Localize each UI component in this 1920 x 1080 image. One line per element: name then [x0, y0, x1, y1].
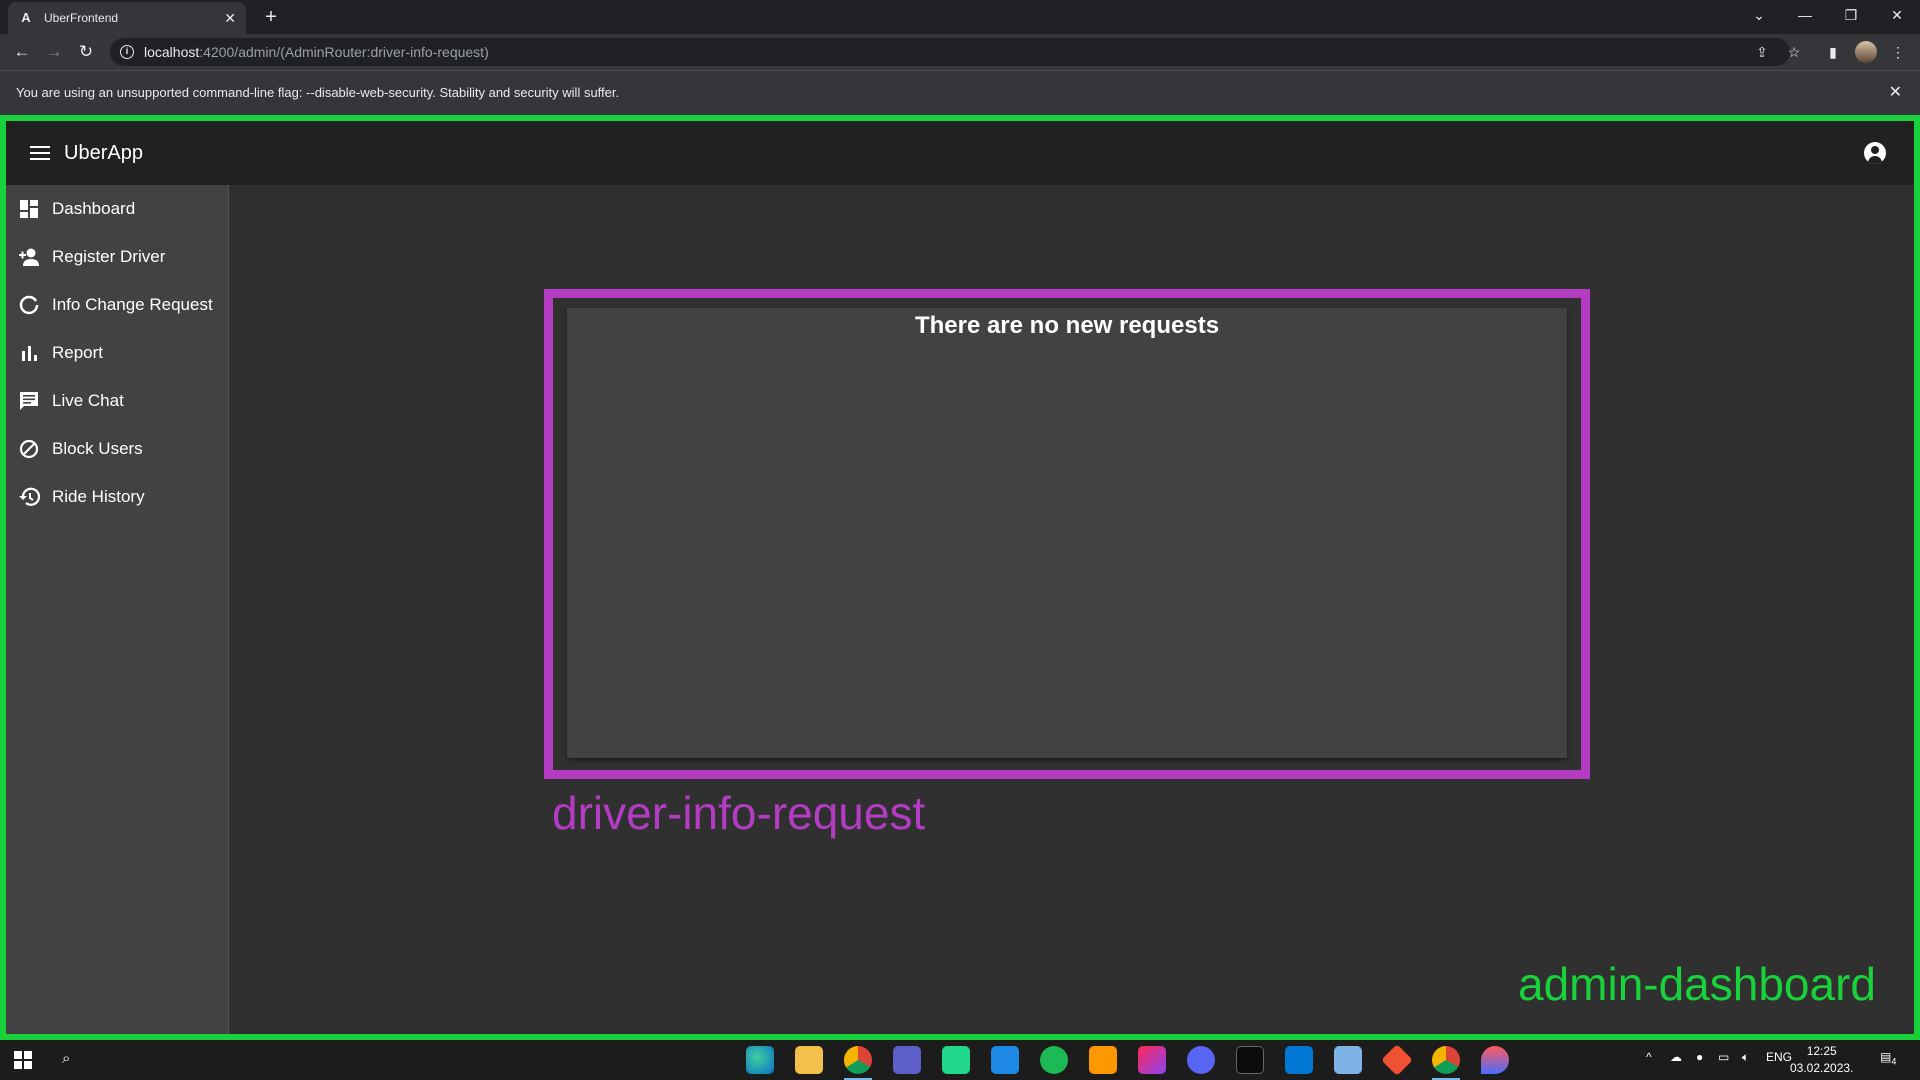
dashboard-icon: [18, 198, 40, 220]
intellij-icon[interactable]: [1138, 1046, 1166, 1074]
app-toolbar: UberApp: [6, 121, 1914, 185]
close-tab-icon[interactable]: ✕: [224, 10, 236, 27]
close-window-button[interactable]: ✕: [1874, 0, 1920, 30]
more-menu-icon[interactable]: ⋮: [1888, 42, 1908, 62]
onedrive-icon[interactable]: ☁: [1670, 1050, 1682, 1064]
forward-icon[interactable]: →: [42, 40, 66, 64]
admin-dashboard-label: admin-dashboard: [1517, 958, 1876, 1010]
clock-time: 12:25: [1806, 1044, 1837, 1058]
browser-titlebar: A UberFrontend ✕ + ⌄ — ❐ ✕: [0, 0, 1920, 34]
file-explorer-icon[interactable]: [795, 1046, 823, 1074]
sidebar: Dashboard Register Driver Info Change Re…: [6, 185, 229, 1034]
tray-chevron-icon[interactable]: ^: [1646, 1050, 1652, 1064]
tab-title: UberFrontend: [44, 11, 119, 25]
chat-icon: [18, 390, 40, 412]
notification-count: 4: [1891, 1056, 1897, 1067]
sidebar-item-label: Info Change Request: [52, 295, 213, 314]
git-icon[interactable]: [1381, 1044, 1413, 1076]
app-drop-icon[interactable]: [1481, 1046, 1509, 1074]
empty-state-message: There are no new requests: [914, 312, 1220, 339]
driver-info-request-label: driver-info-request: [552, 787, 926, 839]
sidebar-item-label: Live Chat: [52, 391, 124, 410]
angular-favicon-icon: A: [21, 10, 31, 25]
warning-infobar: You are using an unsupported command-lin…: [0, 70, 1920, 115]
bookmark-star-icon[interactable]: ☆: [1784, 42, 1804, 62]
refresh-icon: [18, 294, 40, 316]
url-host: localhost: [144, 44, 200, 60]
language-indicator[interactable]: ENG: [1766, 1050, 1792, 1064]
system-clock[interactable]: 12:25 03.02.2023.: [1790, 1043, 1853, 1077]
sidebar-item-live-chat[interactable]: Live Chat: [6, 377, 228, 425]
sidebar-item-label: Dashboard: [52, 199, 136, 218]
sidebar-item-block-users[interactable]: Block Users: [6, 425, 228, 473]
new-tab-button[interactable]: +: [258, 4, 284, 30]
url-path: :4200/admin/(AdminRouter:driver-info-req…: [199, 44, 489, 60]
reload-icon[interactable]: ↻: [74, 40, 98, 64]
terminal-icon[interactable]: [1236, 1046, 1264, 1074]
photos-icon[interactable]: [1285, 1046, 1313, 1074]
menu-icon[interactable]: [30, 142, 50, 164]
chrome-active-icon[interactable]: [1432, 1046, 1460, 1080]
restore-button[interactable]: ❐: [1828, 0, 1874, 30]
windows-taskbar: ⌕ ^ ☁ ● ▭ 🔈︎ ENG 12:25 03.02.2023. ▤4: [0, 1040, 1920, 1080]
share-icon[interactable]: ⇪: [1752, 42, 1772, 62]
discord-icon[interactable]: [1187, 1046, 1215, 1074]
tab-search-icon[interactable]: ⌄: [1736, 0, 1782, 30]
app-title: UberApp: [64, 141, 143, 164]
sidebar-item-label: Ride History: [52, 487, 145, 506]
notepad-icon[interactable]: [1334, 1046, 1362, 1074]
sidebar-item-dashboard[interactable]: Dashboard: [6, 185, 228, 233]
sidebar-item-label: Block Users: [52, 439, 143, 458]
browser-tab[interactable]: A UberFrontend ✕: [8, 2, 246, 34]
sidebar-item-ride-history[interactable]: Ride History: [6, 473, 228, 521]
close-infobar-icon[interactable]: ✕: [1889, 71, 1902, 115]
pycharm-icon[interactable]: [942, 1046, 970, 1074]
warning-text: You are using an unsupported command-lin…: [16, 85, 620, 100]
sidebar-item-label: Report: [52, 343, 104, 362]
sublime-icon[interactable]: [1089, 1046, 1117, 1074]
network-icon[interactable]: ▭: [1718, 1050, 1729, 1064]
edge-icon[interactable]: [746, 1046, 774, 1074]
chrome-icon[interactable]: [844, 1046, 872, 1080]
minimize-button[interactable]: —: [1782, 0, 1828, 30]
side-panel-icon[interactable]: ▮: [1823, 42, 1843, 62]
sidebar-item-register-driver[interactable]: Register Driver: [6, 233, 228, 281]
sidebar-item-report[interactable]: Report: [6, 329, 228, 377]
history-icon: [18, 486, 40, 508]
search-icon[interactable]: ⌕: [62, 1050, 82, 1070]
address-bar[interactable]: i localhost :4200/admin/(AdminRouter:dri…: [110, 38, 1790, 66]
block-icon: [18, 438, 40, 460]
microphone-icon[interactable]: ●: [1696, 1050, 1703, 1064]
teams-icon[interactable]: [893, 1046, 921, 1074]
person-add-icon: [18, 246, 40, 268]
sidebar-item-label: Register Driver: [52, 247, 166, 266]
windows-start-icon[interactable]: [14, 1051, 32, 1069]
spotify-icon[interactable]: [1040, 1046, 1068, 1074]
driver-info-request-highlight: There are no new requests: [544, 289, 1590, 779]
back-icon[interactable]: ←: [10, 40, 34, 64]
bar-chart-icon: [18, 342, 40, 364]
profile-avatar[interactable]: [1855, 41, 1877, 63]
browser-toolbar: ← → ↻ i localhost :4200/admin/(AdminRout…: [0, 34, 1920, 70]
sidebar-item-info-change-request[interactable]: Info Change Request: [6, 281, 228, 329]
volume-icon[interactable]: 🔈︎: [1742, 1050, 1749, 1065]
requests-card: There are no new requests: [567, 308, 1567, 758]
clock-date: 03.02.2023.: [1790, 1061, 1854, 1075]
account-circle-icon[interactable]: [1864, 142, 1886, 164]
notifications-icon[interactable]: ▤4: [1880, 1050, 1896, 1066]
admin-dashboard-page: UberApp Dashboard Register Driver Info C…: [0, 115, 1920, 1040]
site-info-icon[interactable]: i: [120, 45, 134, 59]
vscode-icon[interactable]: [991, 1046, 1019, 1074]
